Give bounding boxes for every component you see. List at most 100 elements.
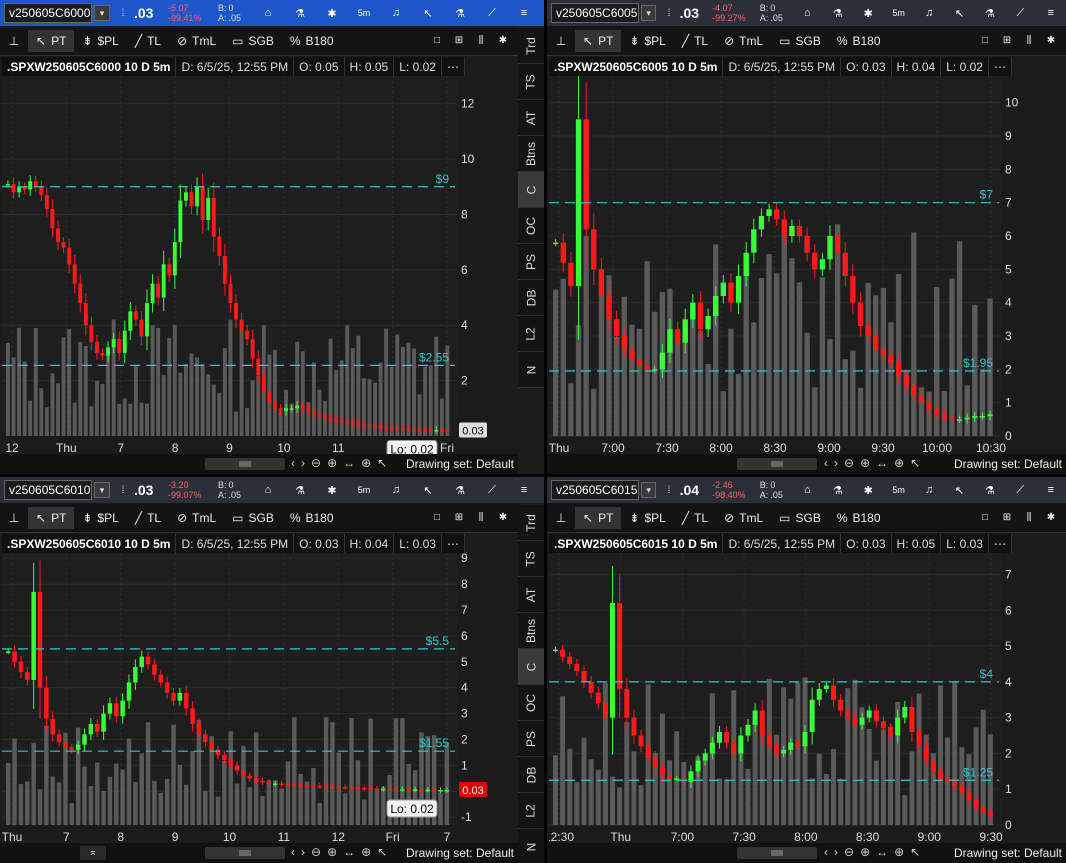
sgb-tool[interactable]: ▭ SGB bbox=[771, 507, 829, 529]
side-tab-btns[interactable]: Btns bbox=[518, 136, 544, 172]
zoom-out-icon[interactable]: ⊖ bbox=[311, 456, 321, 470]
info-more[interactable]: ⋯ bbox=[442, 57, 465, 76]
grid-icon[interactable]: ⊞ bbox=[448, 30, 470, 52]
price-label-tool[interactable]: ⇟ $PL bbox=[74, 30, 126, 52]
trendline-tool[interactable]: ╱ TL bbox=[674, 30, 716, 52]
scroll-left-icon[interactable]: ‹ bbox=[291, 456, 295, 470]
link-icon[interactable]: ⁞ bbox=[662, 8, 675, 19]
flask-icon[interactable]: ⚗ bbox=[823, 2, 853, 24]
symbol-input[interactable]: v250605C6010 bbox=[4, 480, 92, 500]
sgb-tool[interactable]: ▭ SGB bbox=[771, 30, 829, 52]
side-tab-oc[interactable]: OC bbox=[518, 208, 544, 244]
side-tab-ts[interactable]: TS bbox=[518, 541, 544, 577]
side-tab-at[interactable]: AT bbox=[518, 100, 544, 136]
time-scrollbar[interactable] bbox=[205, 458, 285, 470]
scroll-right-icon[interactable]: › bbox=[301, 845, 305, 859]
side-tab-n[interactable]: N bbox=[518, 352, 544, 388]
crosshair-icon[interactable]: ⊕ bbox=[894, 845, 904, 859]
cursor-icon[interactable]: ↖ bbox=[412, 479, 444, 501]
side-tab-at[interactable]: AT bbox=[518, 577, 544, 613]
flask-icon[interactable]: ⚗ bbox=[823, 479, 853, 501]
side-tab-c[interactable]: C bbox=[518, 172, 544, 208]
timeline-tool[interactable]: ⊘ TmL bbox=[169, 30, 224, 52]
zoom-in-icon[interactable]: ⊕ bbox=[327, 456, 337, 470]
maximize-icon[interactable]: □ bbox=[974, 507, 996, 529]
timeframe-button[interactable]: 5m bbox=[348, 479, 380, 501]
scroll-right-icon[interactable]: › bbox=[301, 456, 305, 470]
grid-icon[interactable]: ⊞ bbox=[996, 30, 1018, 52]
scrollbar-thumb[interactable] bbox=[238, 850, 252, 856]
settings-gear-icon[interactable]: ✱ bbox=[853, 2, 883, 24]
side-tab-db[interactable]: DB bbox=[518, 757, 544, 793]
scrollbar-thumb[interactable] bbox=[770, 461, 784, 467]
trendline-tool[interactable]: ╱ TL bbox=[127, 507, 169, 529]
info-more[interactable]: ⋯ bbox=[989, 57, 1012, 76]
symbol-dropdown-icon[interactable]: ▾ bbox=[94, 482, 110, 498]
pin-icon[interactable]: ⊥ bbox=[547, 30, 575, 52]
side-tab-btns[interactable]: Btns bbox=[518, 613, 544, 649]
price-chart[interactable]: -10123456789Thu789101112Fri7$5.5$1.550.0… bbox=[2, 553, 513, 851]
scroll-left-icon[interactable]: ‹ bbox=[291, 845, 295, 859]
link-icon[interactable]: ⁞ bbox=[116, 8, 130, 19]
camera-icon[interactable]: ⌂ bbox=[252, 2, 284, 24]
price-label-tool[interactable]: ⇟ $PL bbox=[74, 507, 126, 529]
pan-icon[interactable]: ↔ bbox=[343, 456, 355, 470]
studies-icon[interactable]: ⫼ bbox=[1018, 507, 1040, 529]
menu-icon[interactable]: ≡ bbox=[1036, 2, 1066, 24]
pin-icon[interactable]: ⊥ bbox=[547, 507, 575, 529]
studies-icon[interactable]: ⫼ bbox=[470, 507, 492, 529]
timeline-tool[interactable]: ⊘ TmL bbox=[716, 507, 771, 529]
side-tab-trd[interactable]: Trd bbox=[518, 505, 544, 541]
symbol-dropdown-icon[interactable]: ▾ bbox=[641, 5, 657, 21]
cursor-select-icon[interactable]: ↖ bbox=[910, 456, 920, 470]
time-scrollbar[interactable] bbox=[205, 847, 285, 859]
studies-icon[interactable]: ⫼ bbox=[1018, 30, 1040, 52]
maximize-icon[interactable]: □ bbox=[426, 30, 448, 52]
pointer-tool[interactable]: ↖ PT bbox=[28, 506, 75, 529]
maximize-icon[interactable]: □ bbox=[974, 30, 996, 52]
drawing-set-label[interactable]: Drawing set: Default bbox=[954, 457, 1062, 471]
pointer-tool[interactable]: ↖ PT bbox=[575, 29, 622, 52]
link-icon[interactable]: ⁞ bbox=[662, 485, 675, 496]
studies-flask-icon[interactable]: ⚗ bbox=[975, 2, 1005, 24]
sgb-tool[interactable]: ▭ SGB bbox=[224, 30, 282, 52]
timeline-tool[interactable]: ⊘ TmL bbox=[716, 30, 771, 52]
zoom-out-icon[interactable]: ⊖ bbox=[844, 456, 854, 470]
b180-tool[interactable]: % B180 bbox=[829, 30, 889, 52]
side-tab-db[interactable]: DB bbox=[518, 280, 544, 316]
crosshair-icon[interactable]: ⊕ bbox=[361, 845, 371, 859]
time-scrollbar[interactable] bbox=[737, 458, 817, 470]
side-tab-l2[interactable]: L2 bbox=[518, 316, 544, 352]
scroll-left-icon[interactable]: ‹ bbox=[824, 456, 828, 470]
drawing-set-label[interactable]: Drawing set: Default bbox=[406, 846, 514, 860]
timeframe-button[interactable]: 5m bbox=[348, 2, 380, 24]
camera-icon[interactable]: ⌂ bbox=[792, 479, 822, 501]
chart-settings-gear-icon[interactable]: ✱ bbox=[492, 507, 514, 529]
link-icon[interactable]: ⁞ bbox=[116, 485, 130, 496]
crosshair-icon[interactable]: ⊕ bbox=[894, 456, 904, 470]
style-icon[interactable]: ♫ bbox=[914, 2, 944, 24]
style-icon[interactable]: ♫ bbox=[380, 2, 412, 24]
side-tab-c[interactable]: C bbox=[518, 649, 544, 685]
studies-icon[interactable]: ⫼ bbox=[470, 30, 492, 52]
symbol-input[interactable]: v250605C6005 bbox=[551, 3, 639, 23]
settings-gear-icon[interactable]: ✱ bbox=[316, 479, 348, 501]
chart-settings-gear-icon[interactable]: ✱ bbox=[1040, 30, 1062, 52]
drawings-icon[interactable]: ⟋ bbox=[476, 2, 508, 24]
side-tab-ps[interactable]: PS bbox=[518, 721, 544, 757]
symbol-input[interactable]: v250605C6000 bbox=[4, 3, 92, 23]
trendline-tool[interactable]: ╱ TL bbox=[674, 507, 716, 529]
studies-flask-icon[interactable]: ⚗ bbox=[444, 479, 476, 501]
side-tab-oc[interactable]: OC bbox=[518, 685, 544, 721]
scroll-right-icon[interactable]: › bbox=[834, 456, 838, 470]
grid-icon[interactable]: ⊞ bbox=[996, 507, 1018, 529]
pin-icon[interactable]: ⊥ bbox=[0, 507, 28, 529]
chart-settings-gear-icon[interactable]: ✱ bbox=[1040, 507, 1062, 529]
cursor-select-icon[interactable]: ↖ bbox=[910, 845, 920, 859]
drawing-set-label[interactable]: Drawing set: Default bbox=[954, 846, 1062, 860]
grid-icon[interactable]: ⊞ bbox=[448, 507, 470, 529]
drawings-icon[interactable]: ⟋ bbox=[1005, 2, 1035, 24]
zoom-in-icon[interactable]: ⊕ bbox=[860, 845, 870, 859]
drawing-set-label[interactable]: Drawing set: Default bbox=[406, 457, 514, 471]
style-icon[interactable]: ♫ bbox=[380, 479, 412, 501]
